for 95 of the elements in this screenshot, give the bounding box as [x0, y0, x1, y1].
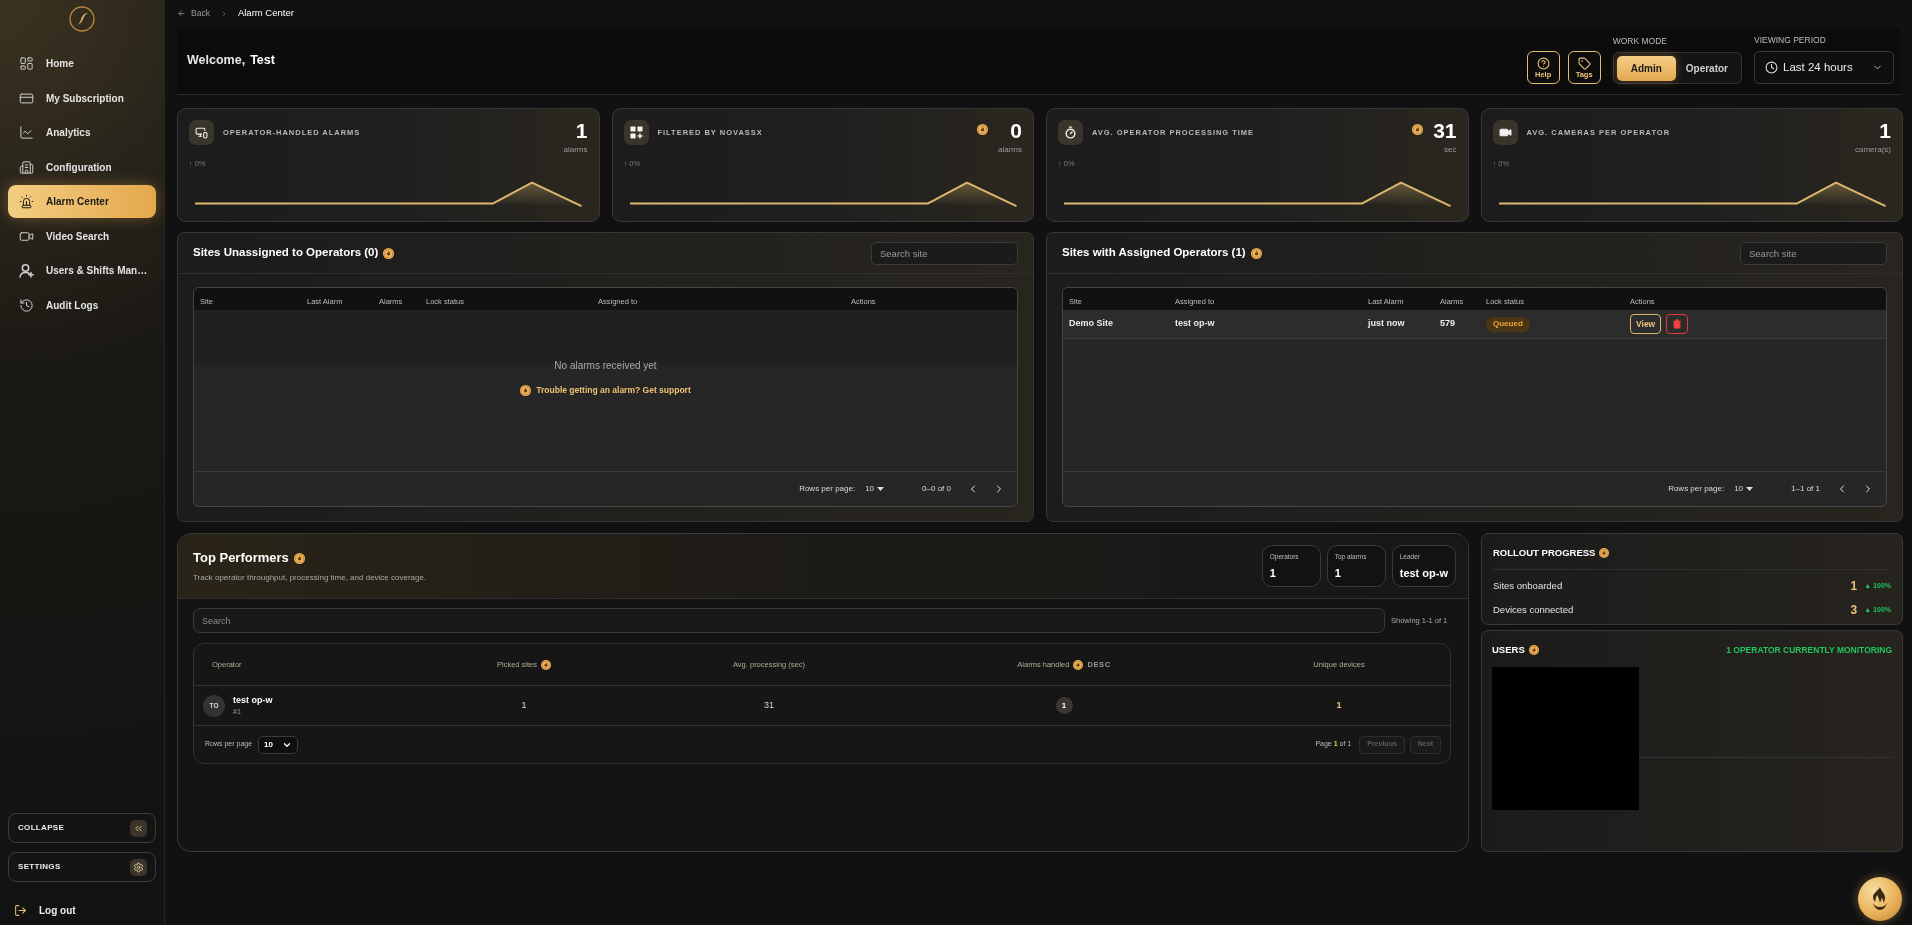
avg-processing-value: 31	[764, 698, 774, 712]
page-range-text: 1–1 of 1	[1791, 483, 1820, 495]
search-field[interactable]: Search site	[1740, 241, 1887, 265]
rows-per-page-select[interactable]: 10	[865, 483, 885, 495]
rows-per-page-select[interactable]: 10	[1734, 483, 1754, 495]
support-link[interactable]: Trouble getting an alarm? Get support	[536, 384, 691, 397]
collapse-button[interactable]: COLLAPSE	[8, 813, 156, 843]
kpi-value: 0	[1010, 120, 1022, 141]
flame-button[interactable]	[1858, 877, 1902, 921]
flame-badge-icon	[1599, 548, 1610, 559]
panel-title: Top Performers	[193, 549, 289, 568]
line-chart-icon	[19, 125, 34, 140]
flame-badge-icon	[520, 384, 532, 396]
kpi-value: 31	[1433, 120, 1457, 141]
video-camera-icon	[1492, 120, 1518, 145]
alarms-handled-badge: 1	[1055, 697, 1073, 714]
tag-icon	[1577, 56, 1591, 70]
viewing-period-select[interactable]: Last 24 hours	[1754, 51, 1894, 84]
siren-icon	[19, 194, 34, 209]
flame-badge-icon	[293, 552, 305, 564]
logout-button[interactable]: Log out	[14, 902, 76, 918]
history-icon	[19, 297, 34, 313]
progress-label: Devices connected	[1493, 603, 1574, 618]
delete-button[interactable]	[1666, 314, 1689, 334]
lock-status-badge: Queued	[1486, 316, 1530, 332]
page-range-text: 0–0 of 0	[922, 483, 951, 495]
flame-badge-icon	[1528, 645, 1539, 656]
back-link[interactable]: Back	[177, 7, 210, 20]
logo-icon	[69, 6, 95, 32]
sidebar-item[interactable]: Users & Shifts Man…	[8, 254, 156, 287]
alarm-count: 579	[1440, 318, 1456, 329]
assigned-operator: test op-w	[1175, 318, 1215, 329]
rows-per-page-select[interactable]: 10	[258, 735, 299, 754]
panel-title: Sites Unassigned to Operators (0)	[193, 245, 379, 261]
caret-icon	[877, 487, 885, 491]
unique-devices-value: 1	[1336, 698, 1342, 712]
work-mode-option[interactable]: Admin	[1616, 55, 1676, 81]
panel-title: Sites with Assigned Operators (1)	[1062, 245, 1246, 261]
sidebar-item[interactable]: Analytics	[8, 116, 156, 149]
rows-per-page-label: Rows per page:	[1668, 483, 1725, 495]
stat-value: 1	[1334, 565, 1342, 581]
card-title: ROLLOUT PROGRESS	[1493, 546, 1596, 560]
stat-value: 1	[1269, 565, 1277, 581]
trash-icon	[1672, 319, 1683, 329]
monitoring-status: 1 OPERATOR CURRENTLY MONITORING	[1726, 643, 1892, 657]
sidebar-item[interactable]: Video Search	[8, 219, 156, 253]
kpi-unit: alarms	[998, 144, 1022, 156]
dashboard-icon	[19, 56, 34, 71]
kpi-unit: sec	[1444, 144, 1457, 156]
credit-card-icon	[19, 90, 34, 106]
building-icon	[19, 159, 34, 175]
progress-value: 3	[1850, 602, 1858, 620]
operator-name: test op-w	[233, 693, 273, 707]
card-title: USERS	[1492, 643, 1525, 657]
flame-badge-icon	[1250, 247, 1262, 259]
caret-icon	[1746, 487, 1754, 491]
progress-value: 1	[1850, 578, 1858, 596]
rows-per-page-label: Rows per page:	[799, 483, 856, 495]
last-alarm-time: just now	[1368, 318, 1405, 329]
stopwatch-icon	[1058, 120, 1083, 145]
settings-icon	[130, 858, 147, 876]
arrow-left-icon	[177, 9, 186, 18]
kpi-value: 1	[575, 120, 588, 141]
site-name: Demo Site	[1069, 318, 1113, 329]
clock-icon	[1765, 61, 1778, 74]
double-chevron-left-icon	[130, 819, 147, 837]
kpi-unit: alarms	[563, 144, 588, 156]
work-mode-option[interactable]: Operator	[1675, 55, 1738, 81]
table-row[interactable]: Demo Site test op-w just now 579 Queued View	[1063, 310, 1886, 339]
panel-subtitle: Track operator throughput, processing time, and device coverage.	[193, 571, 427, 584]
search-field[interactable]: Search	[193, 608, 1385, 633]
grid-plus-icon	[623, 120, 649, 145]
viewing-period-label: VIEWING PERIOD	[1754, 34, 1827, 47]
sidebar-item[interactable]: Home	[8, 47, 156, 80]
progress-label: Sites onboarded	[1493, 579, 1563, 594]
logout-icon	[14, 903, 27, 917]
settings-button[interactable]: SETTINGS	[8, 852, 156, 882]
picked-sites-value: 1	[521, 698, 527, 712]
search-field[interactable]: Search site	[871, 241, 1018, 265]
flame-badge-icon	[383, 247, 395, 259]
user-icon	[19, 263, 34, 278]
sidebar-item[interactable]: Alarm Center	[8, 185, 156, 218]
kpi-value: 1	[1879, 120, 1891, 141]
sidebar-item[interactable]: My Subscription	[8, 81, 156, 115]
stat-value: test op-w	[1399, 565, 1448, 581]
breadcrumb-current: Alarm Center	[237, 6, 294, 21]
view-button[interactable]: View	[1630, 314, 1662, 334]
kpi-unit: camera(s)	[1855, 144, 1891, 156]
help-icon	[1536, 56, 1550, 70]
sidebar-item[interactable]: Audit Logs	[8, 288, 156, 322]
monitor-phone-icon	[189, 120, 214, 145]
sidebar-item[interactable]: Configuration	[8, 150, 156, 184]
welcome-title: Welcome, Test	[187, 52, 275, 70]
work-mode-label: WORK MODE	[1612, 35, 1668, 48]
empty-message: No alarms received yet	[554, 359, 657, 373]
